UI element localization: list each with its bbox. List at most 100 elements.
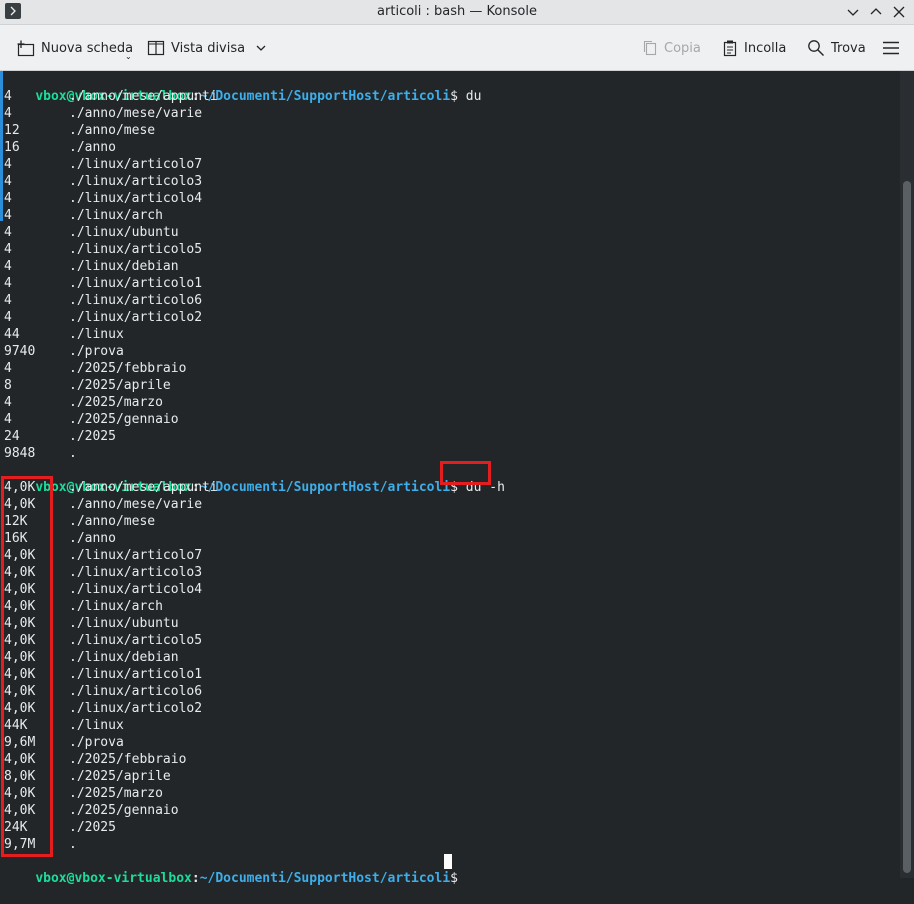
copy-icon [643,40,657,56]
output-row: 4 ./linux/articolo3 [4,173,202,190]
output-row: 16 ./anno [4,139,116,156]
output-row: 9740 ./prova [4,343,124,360]
hamburger-menu-button[interactable] [882,38,906,58]
size-value: 4 [4,242,12,257]
path-value: ./linux/articolo2 [69,310,203,325]
path-value: ./2025/gennaio [69,412,179,427]
new-tab-label: Nuova scheda [41,40,134,56]
path-value: ./anno/mese [69,123,156,138]
size-value: 24 [4,429,20,444]
path-value: ./linux/debian [69,259,179,274]
close-button[interactable] [891,4,907,20]
output-row: 24 ./2025 [4,428,116,445]
output-row: 9848. [4,445,77,462]
output-row: 4 ./anno/mese/appunti [4,88,218,105]
path-value: ./anno/mese [69,514,156,529]
path-value: ./linux/arch [69,208,163,223]
path-value: ./2025/aprile [69,378,171,393]
path-value: ./linux/articolo7 [69,548,203,563]
command-highlight-box [440,461,491,485]
size-value: 4 [4,310,12,325]
path-value: . [69,446,77,461]
path-value: ./linux/ubuntu [69,616,179,631]
path-value: ./anno [69,140,116,155]
size-value: 4 [4,293,12,308]
prompt-path: ~/Documenti/SupportHost/articoli [199,89,451,104]
output-row: 4 ./linux/articolo2 [4,309,202,326]
active-marker [0,71,3,221]
size-value: 4 [4,208,12,223]
output-row: 12 ./anno/mese [4,122,155,139]
prompt-colon: : [191,871,200,886]
copy-button[interactable]: Copia [642,38,701,58]
path-value: ./2025/gennaio [69,803,179,818]
sizes-highlight-box [1,476,53,857]
size-value: 4 [4,89,12,104]
path-value: ./2025 [69,820,116,835]
path-value: ./linux/articolo6 [69,293,203,308]
size-value: 4 [4,276,12,291]
prompt-line-2: vbox@vbox-virtualbox:~/Documenti/Support… [4,462,505,495]
output-row: 4 ./anno/mese/varie [4,105,202,122]
path-value: ./anno/mese/varie [69,106,203,121]
new-tab-icon [17,40,35,57]
size-value: 4 [4,395,12,410]
size-value: 4 [4,361,12,376]
output-row: 4 ./2025/febbraio [4,360,186,377]
size-value: 4 [4,191,12,206]
path-value: ./linux/arch [69,599,163,614]
path-value: ./anno/mese/appunti [69,89,218,104]
size-value: 44 [4,327,20,342]
size-value: 4 [4,225,12,240]
split-view-icon [147,40,165,56]
path-value: ./linux/articolo4 [69,582,203,597]
prompt-dollar: $ [450,89,466,104]
new-tab-button[interactable]: Nuova scheda [17,38,133,58]
output-row: 4 ./linux/ubuntu [4,224,179,241]
path-value: ./anno [69,531,116,546]
scrollbar[interactable] [900,71,914,878]
hamburger-menu-icon [883,41,899,55]
path-value: ./prova [69,735,124,750]
path-value: ./linux/articolo5 [69,633,203,648]
output-row: 4 ./linux/articolo4 [4,190,202,207]
path-value: ./linux/articolo3 [69,174,203,189]
prompt-line-3: vbox@vbox-virtualbox:~/Documenti/Support… [4,853,466,886]
path-value: ./2025/aprile [69,769,171,784]
minimize-button[interactable] [845,4,861,20]
path-value: ./linux/articolo1 [69,276,203,291]
text-cursor [444,854,452,869]
prompt-path: ~/Documenti/SupportHost/articoli [199,480,451,495]
prompt-path: ~/Documenti/SupportHost/articoli [199,871,451,886]
size-value: 4 [4,259,12,274]
output-row: 4 ./linux/arch [4,207,163,224]
new-tab-menu-arrow-icon[interactable]: ⌄ [125,52,132,61]
path-value: ./2025/febbraio [69,752,187,767]
find-button[interactable]: Trova [807,38,866,58]
chevron-down-icon [256,45,266,51]
size-value: 4 [4,174,12,189]
scrollbar-thumb[interactable] [903,181,911,873]
size-value: 12 [4,123,20,138]
size-value: 4 [4,412,12,427]
toolbar: Nuova scheda ⌄ Vista divisa Copia Incoll… [0,25,914,71]
output-row: 8 ./2025/aprile [4,377,171,394]
split-view-button[interactable]: Vista divisa [147,38,267,58]
output-row: 44 ./linux [4,326,124,343]
path-value: ./linux/articolo5 [69,242,203,257]
size-value: 8 [4,378,12,393]
paste-label: Incolla [744,40,787,56]
size-value: 4 [4,106,12,121]
find-label: Trova [831,40,866,56]
copy-label: Copia [664,40,701,56]
title-bar: articoli : bash — Konsole [0,0,914,25]
paste-icon [723,40,737,57]
path-value: ./2025 [69,429,116,444]
size-value: 4 [4,157,12,172]
terminal-area[interactable]: vbox@vbox-virtualbox:~/Documenti/Support… [0,71,900,886]
paste-button[interactable]: Incolla [722,38,786,58]
path-value: ./linux [69,718,124,733]
output-row: 4 ./2025/gennaio [4,411,179,428]
maximize-button[interactable] [868,4,884,20]
command-text: du [465,89,482,104]
